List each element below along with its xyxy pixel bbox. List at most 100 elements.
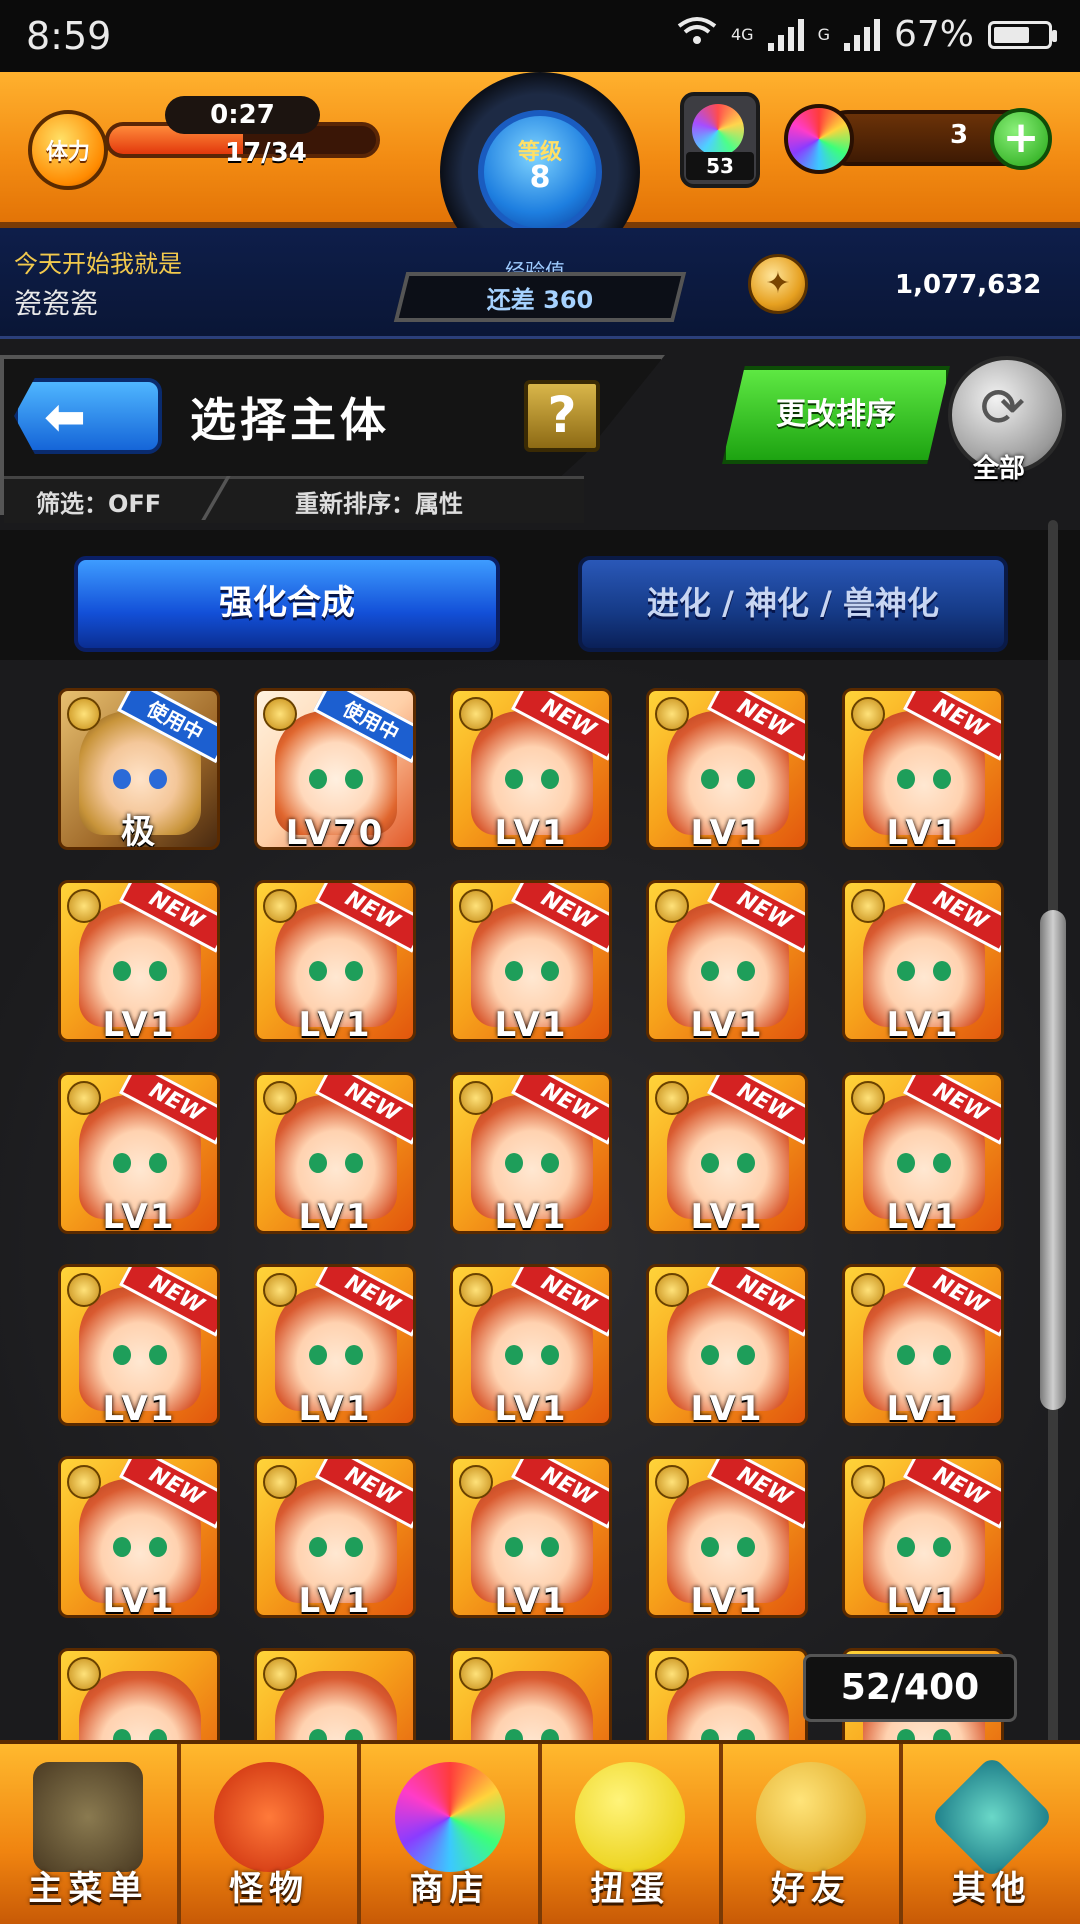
element-medal-icon bbox=[67, 1465, 101, 1499]
signal-label: G bbox=[817, 25, 830, 44]
monster-level: LV1 bbox=[298, 1389, 372, 1426]
box-capacity: 52/400 bbox=[803, 1654, 1017, 1722]
monster-level: LV1 bbox=[494, 1005, 568, 1042]
orb-icon bbox=[784, 104, 854, 174]
level-badge[interactable]: 等级 8 bbox=[478, 110, 602, 234]
monster-card[interactable]: NEW LV1 bbox=[646, 1072, 808, 1234]
monster-card[interactable]: NEW LV1 bbox=[646, 1264, 808, 1426]
monster-card[interactable]: NEW LV1 bbox=[646, 1456, 808, 1618]
sort-order[interactable]: 重新排序：属性 bbox=[295, 484, 463, 519]
monster-card[interactable]: NEW LV1 bbox=[58, 1072, 220, 1234]
element-medal-icon bbox=[67, 889, 101, 923]
monster-card[interactable]: NEW LV1 bbox=[842, 1456, 1004, 1618]
monster-level: LV1 bbox=[494, 1197, 568, 1234]
monster-level: LV1 bbox=[886, 813, 960, 850]
monster-card[interactable]: NEW LV1 bbox=[58, 880, 220, 1042]
egg-icon bbox=[575, 1762, 686, 1872]
orb-count: 3 bbox=[950, 120, 969, 150]
monster-card[interactable]: NEW LV1 bbox=[450, 1456, 612, 1618]
element-medal-icon bbox=[851, 889, 885, 923]
monster-card[interactable]: NEW LV1 bbox=[646, 880, 808, 1042]
monster-card[interactable]: NEW LV1 bbox=[254, 1264, 416, 1426]
element-medal-icon bbox=[459, 889, 493, 923]
element-medal-icon bbox=[851, 1081, 885, 1115]
element-medal-icon bbox=[459, 1465, 493, 1499]
nav-shop[interactable]: 商店 bbox=[361, 1744, 543, 1924]
back-button[interactable] bbox=[14, 378, 162, 454]
nav-gacha[interactable]: 扭蛋 bbox=[542, 1744, 723, 1924]
monster-card[interactable]: NEW LV1 bbox=[450, 880, 612, 1042]
nav-label: 商店 bbox=[409, 1869, 490, 1909]
monster-card[interactable]: NEW LV1 bbox=[254, 1456, 416, 1618]
back-arrow-icon: ⬅ bbox=[44, 388, 86, 446]
nav-home[interactable]: 主菜单 bbox=[0, 1744, 181, 1924]
signal-icon-2 bbox=[843, 18, 880, 51]
monster-card[interactable]: NEW LV1 bbox=[842, 1072, 1004, 1234]
monster-card[interactable]: NEW LV1 bbox=[646, 688, 808, 850]
battery-icon bbox=[988, 20, 1057, 49]
nav-label: 主菜单 bbox=[28, 1869, 149, 1909]
monster-grid: 使用中极使用中 LV70 NEW LV1 NEW LV1 NEW LV1 NEW LV1 NEW LV… bbox=[58, 688, 1058, 1740]
monster-level: LV1 bbox=[690, 1197, 764, 1234]
monster-card[interactable] bbox=[58, 1648, 220, 1740]
gate-icon bbox=[33, 1762, 144, 1872]
monster-card[interactable]: NEW LV1 bbox=[842, 880, 1004, 1042]
element-medal-icon bbox=[851, 1465, 885, 1499]
element-medal-icon bbox=[851, 697, 885, 731]
element-medal-icon bbox=[655, 1465, 689, 1499]
monster-level: LV1 bbox=[886, 1005, 960, 1042]
monster-card[interactable]: 使用中 LV70 bbox=[254, 688, 416, 850]
monster-card[interactable]: NEW LV1 bbox=[450, 688, 612, 850]
monster-level: LV1 bbox=[886, 1581, 960, 1618]
monster-level: LV1 bbox=[690, 1581, 764, 1618]
signal-icon bbox=[767, 18, 804, 51]
monster-level: LV1 bbox=[102, 1581, 176, 1618]
element-medal-icon bbox=[263, 697, 297, 731]
element-medal-icon bbox=[655, 889, 689, 923]
evolve-button[interactable]: 进化 / 神化 / 兽神化 bbox=[578, 556, 1008, 652]
monster-card[interactable]: 使用中极 bbox=[58, 688, 220, 850]
nav-label: 怪物 bbox=[229, 1869, 309, 1909]
monster-grid-area[interactable]: 使用中极使用中 LV70 NEW LV1 NEW LV1 NEW LV1 NEW LV1 NEW LV… bbox=[0, 660, 1080, 1740]
element-medal-icon bbox=[851, 1273, 885, 1307]
monster-icon bbox=[214, 1762, 324, 1872]
add-orb-button[interactable]: + bbox=[990, 108, 1052, 170]
monster-level: LV1 bbox=[690, 1389, 764, 1426]
monster-card[interactable] bbox=[254, 1648, 416, 1740]
nav-friend[interactable]: 好友 bbox=[723, 1744, 904, 1924]
element-medal-icon bbox=[263, 1657, 297, 1691]
monster-card[interactable] bbox=[450, 1648, 612, 1740]
status-time: 8:59 bbox=[26, 14, 112, 58]
monster-card[interactable]: NEW LV1 bbox=[450, 1072, 612, 1234]
exp-remaining: 还差 360 bbox=[486, 286, 594, 314]
help-button[interactable]: ? bbox=[524, 380, 600, 452]
element-medal-icon bbox=[655, 1657, 689, 1691]
scrollbar-thumb[interactable] bbox=[1040, 910, 1066, 1410]
filter-toggle[interactable]: 筛选：OFF bbox=[36, 484, 161, 519]
element-medal-icon bbox=[459, 1081, 493, 1115]
element-medal-icon bbox=[459, 697, 493, 731]
nav-label: 扭蛋 bbox=[590, 1869, 671, 1909]
monster-card[interactable]: NEW LV1 bbox=[450, 1264, 612, 1426]
change-sort-button[interactable]: 更改排序 bbox=[722, 366, 950, 464]
player-motto: 今天开始我就是 bbox=[14, 250, 182, 278]
nav-monster[interactable]: 怪物 bbox=[181, 1744, 362, 1924]
element-medal-icon bbox=[655, 1273, 689, 1307]
monster-card[interactable]: NEW LV1 bbox=[842, 1264, 1004, 1426]
monster-card[interactable] bbox=[646, 1648, 808, 1740]
monster-card[interactable]: NEW LV1 bbox=[254, 1072, 416, 1234]
monster-card[interactable]: NEW LV1 bbox=[842, 688, 1004, 850]
monster-level: LV1 bbox=[494, 1389, 568, 1426]
orb-icon bbox=[394, 1762, 505, 1872]
monster-level: LV1 bbox=[298, 1581, 372, 1618]
monster-level: LV1 bbox=[494, 1581, 568, 1618]
sort-all-label: 全部 bbox=[973, 454, 1026, 484]
stamina-timer: 0:27 bbox=[165, 96, 320, 134]
monster-card[interactable]: NEW LV1 bbox=[58, 1456, 220, 1618]
monster-card[interactable]: NEW LV1 bbox=[58, 1264, 220, 1426]
monster-level: LV1 bbox=[690, 813, 764, 850]
monster-level: LV1 bbox=[298, 1005, 372, 1042]
nav-other[interactable]: 其他 bbox=[903, 1744, 1080, 1924]
enhance-fusion-button[interactable]: 强化合成 bbox=[74, 556, 500, 652]
monster-card[interactable]: NEW LV1 bbox=[254, 880, 416, 1042]
